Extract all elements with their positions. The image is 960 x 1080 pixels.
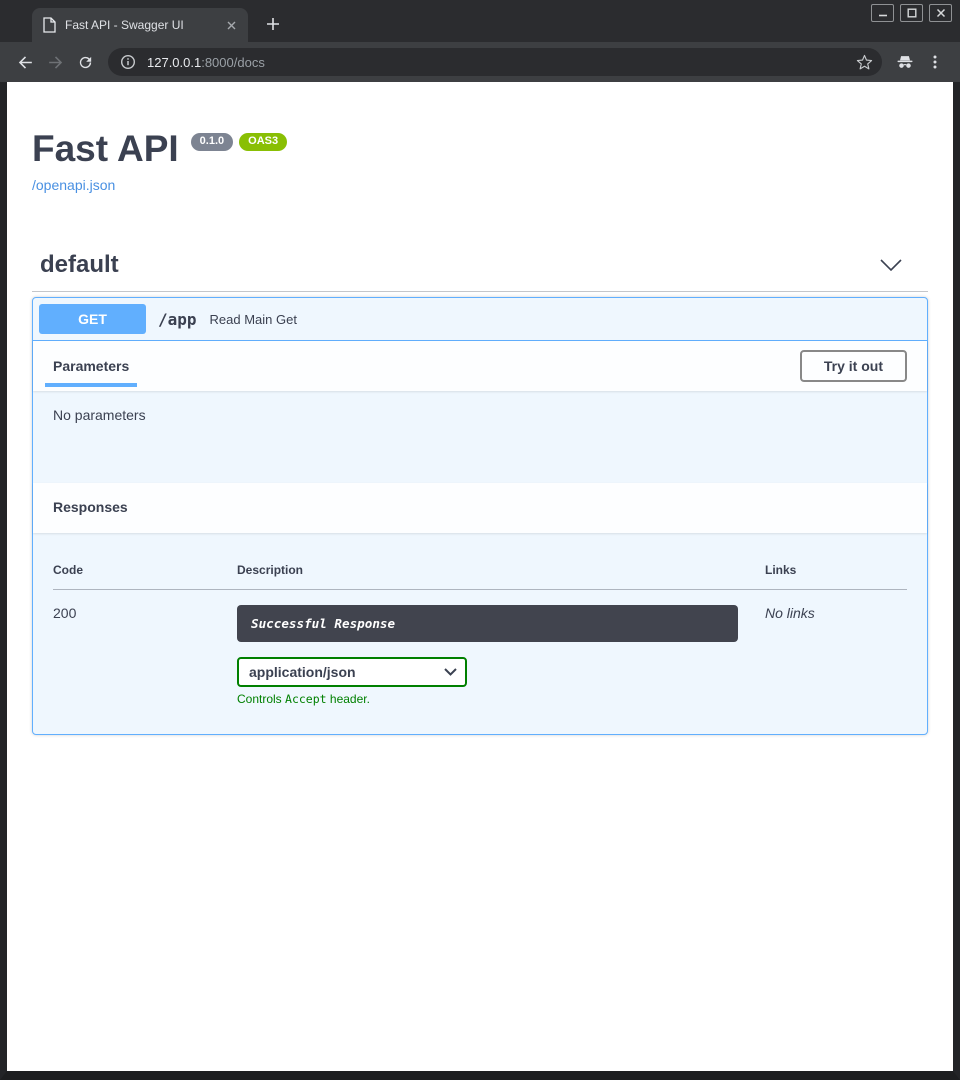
url-path: :8000/docs: [201, 55, 265, 70]
incognito-badge: [890, 47, 920, 77]
minimize-icon: [878, 8, 888, 18]
new-tab-button[interactable]: [260, 11, 286, 37]
http-method-badge: GET: [39, 304, 146, 334]
incognito-icon: [895, 52, 915, 72]
api-info-header: Fast API 0.1.0 OAS3 /openapi.json: [32, 82, 928, 195]
accept-header-hint: Controls Accept header.: [237, 692, 765, 706]
plus-icon: [266, 17, 280, 31]
url-host: 127.0.0.1: [147, 55, 201, 70]
parameters-body: No parameters: [33, 391, 927, 483]
try-it-out-button[interactable]: Try it out: [800, 350, 907, 382]
accept-code: Accept: [285, 692, 327, 706]
response-description: Successful Response: [237, 605, 738, 642]
operation-summary[interactable]: GET /app Read Main Get: [33, 298, 927, 341]
back-button[interactable]: [10, 47, 40, 77]
oas3-badge: OAS3: [239, 133, 287, 151]
response-links: No links: [765, 590, 907, 707]
openapi-spec-link[interactable]: /openapi.json: [32, 177, 115, 193]
reload-icon: [77, 54, 94, 71]
media-type-block: application/json Controls Accept header.: [237, 657, 765, 706]
url-text: 127.0.0.1:8000/docs: [147, 55, 852, 70]
browser-menu-button[interactable]: [920, 47, 950, 77]
tag-section-header[interactable]: default: [32, 251, 928, 292]
responses-title: Responses: [53, 499, 128, 515]
responses-table: Code Description Links 200 Successful Re…: [53, 563, 907, 706]
no-parameters-message: No parameters: [53, 407, 146, 423]
media-type-select[interactable]: application/json: [237, 657, 467, 687]
close-icon: [227, 21, 236, 30]
info-icon: [120, 54, 136, 70]
minimize-button[interactable]: [871, 4, 894, 22]
back-arrow-icon: [16, 53, 35, 72]
close-icon: [936, 8, 946, 18]
browser-window: Fast API - Swagger UI: [0, 0, 960, 1080]
page-title: Fast API: [32, 130, 179, 167]
responses-body: Code Description Links 200 Successful Re…: [33, 533, 927, 734]
response-row-200: 200 Successful Response application/json: [53, 590, 907, 707]
address-bar[interactable]: 127.0.0.1:8000/docs: [108, 48, 882, 76]
parameters-section-header: Parameters Try it out: [33, 341, 927, 391]
close-window-button[interactable]: [929, 4, 952, 22]
tab-close-button[interactable]: [222, 16, 240, 34]
site-info-button[interactable]: [120, 54, 136, 70]
endpoint-path: /app: [158, 310, 197, 329]
column-header-description: Description: [237, 563, 765, 590]
maximize-button[interactable]: [900, 4, 923, 22]
browser-tab[interactable]: Fast API - Swagger UI: [32, 8, 248, 42]
endpoint-summary: Read Main Get: [210, 312, 297, 327]
forward-arrow-icon: [46, 53, 65, 72]
reload-button[interactable]: [70, 47, 100, 77]
tab-strip: Fast API - Swagger UI: [0, 0, 960, 42]
window-controls: [871, 4, 952, 22]
page-body: Fast API 0.1.0 OAS3 /openapi.json defaul…: [0, 82, 960, 1080]
kebab-menu-icon: [927, 54, 943, 70]
forward-button[interactable]: [40, 47, 70, 77]
column-header-code: Code: [53, 563, 237, 590]
version-badge: 0.1.0: [191, 133, 233, 151]
responses-section-header: Responses: [33, 483, 927, 533]
tag-name: default: [40, 251, 119, 279]
tab-title: Fast API - Swagger UI: [65, 18, 222, 32]
response-code: 200: [53, 590, 237, 707]
chevron-down-icon: [880, 259, 902, 271]
column-header-links: Links: [765, 563, 907, 590]
page-favicon-icon: [42, 17, 56, 33]
tab-parameters[interactable]: Parameters: [45, 358, 137, 374]
star-icon: [856, 54, 873, 71]
browser-toolbar: 127.0.0.1:8000/docs: [0, 42, 960, 82]
operation-block-get-app: GET /app Read Main Get Parameters Try it…: [32, 297, 928, 735]
api-badges: 0.1.0 OAS3: [191, 133, 287, 151]
maximize-icon: [907, 8, 917, 18]
bookmark-button[interactable]: [852, 50, 876, 74]
